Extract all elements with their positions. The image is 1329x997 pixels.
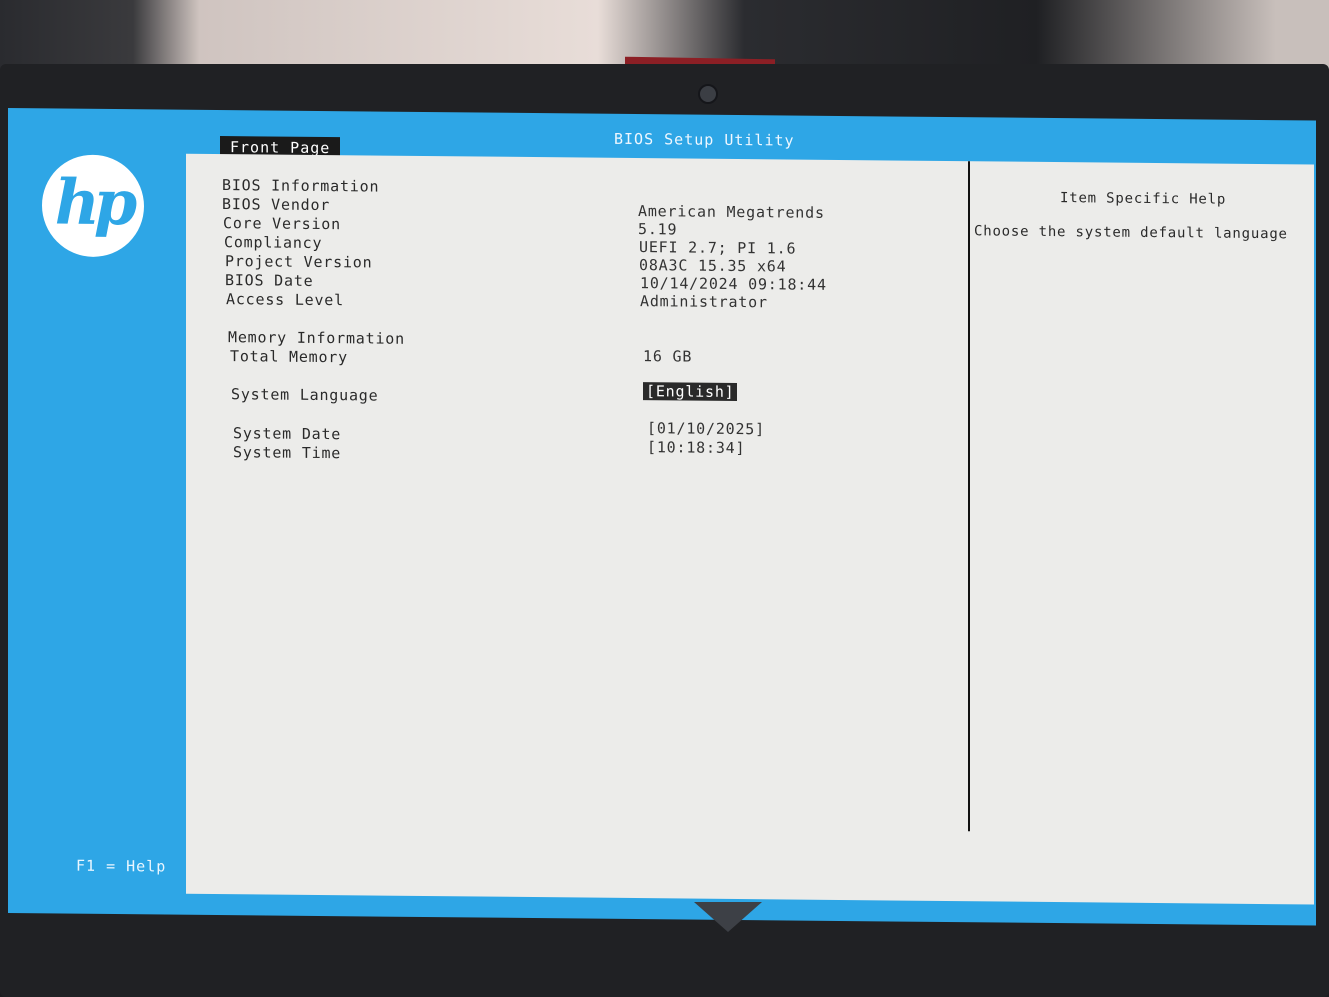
system-date-field[interactable]: [01/10/2025]	[647, 419, 765, 438]
help-text: Choose the system default language	[974, 223, 1288, 243]
webcam-icon	[698, 84, 718, 104]
value-core-version: 5.19	[638, 220, 678, 239]
system-language-select[interactable]: [English]	[643, 382, 738, 402]
label-bios-information: BIOS Information	[222, 176, 380, 196]
f1-help-hint: F1 = Help	[76, 856, 167, 876]
system-time-field[interactable]: [10:18:34]	[647, 438, 745, 457]
label-memory-information: Memory Information	[228, 328, 405, 348]
label-system-date[interactable]: System Date	[233, 424, 341, 443]
main-content-panel: BIOS Information BIOS Vendor American Me…	[186, 153, 1314, 905]
hp-logo-text: hp	[54, 164, 132, 239]
label-access-level: Access Level	[226, 290, 344, 310]
hp-logo: hp	[42, 154, 144, 258]
help-title: Item Specific Help	[1060, 190, 1227, 208]
label-system-time[interactable]: System Time	[233, 443, 341, 462]
value-bios-date: 10/14/2024 09:18:44	[640, 274, 827, 294]
value-bios-vendor: American Megatrends	[638, 202, 825, 222]
label-compliancy: Compliancy	[224, 233, 323, 253]
value-project-version: 08A3C 15.35 x64	[639, 256, 787, 276]
label-total-memory: Total Memory	[230, 347, 348, 367]
bios-title: BIOS Setup Utility	[614, 129, 795, 150]
chevron-down-icon	[694, 902, 762, 932]
value-compliancy: UEFI 2.7; PI 1.6	[639, 238, 797, 258]
bios-screen: hp BIOS Setup Utility Front Page BIOS In…	[8, 108, 1316, 926]
value-total-memory: 16 GB	[643, 347, 693, 366]
label-system-language[interactable]: System Language	[231, 385, 378, 404]
label-bios-date: BIOS Date	[225, 271, 314, 290]
label-core-version: Core Version	[223, 214, 341, 234]
value-access-level: Administrator	[640, 292, 768, 312]
panel-divider	[968, 161, 970, 832]
label-project-version: Project Version	[225, 252, 373, 272]
label-bios-vendor: BIOS Vendor	[222, 195, 331, 215]
